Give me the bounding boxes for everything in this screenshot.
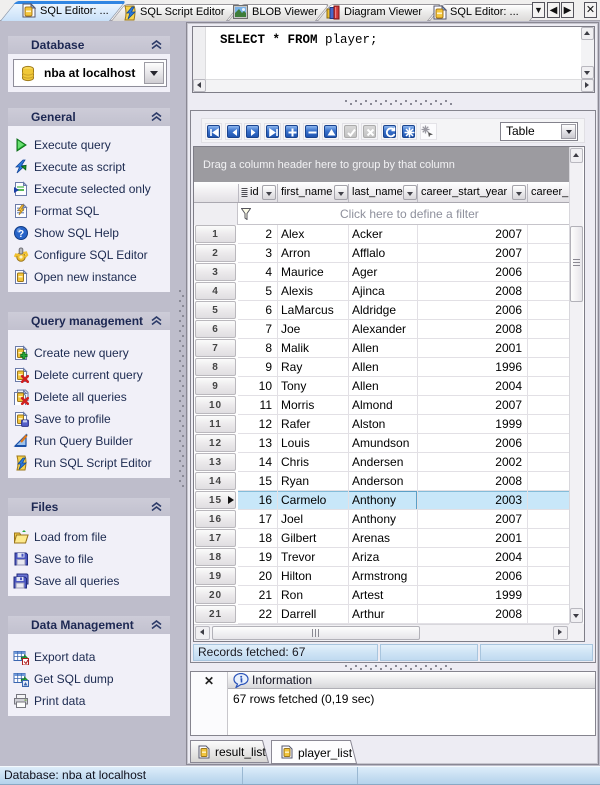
svg-text:?: ? [18,229,24,240]
